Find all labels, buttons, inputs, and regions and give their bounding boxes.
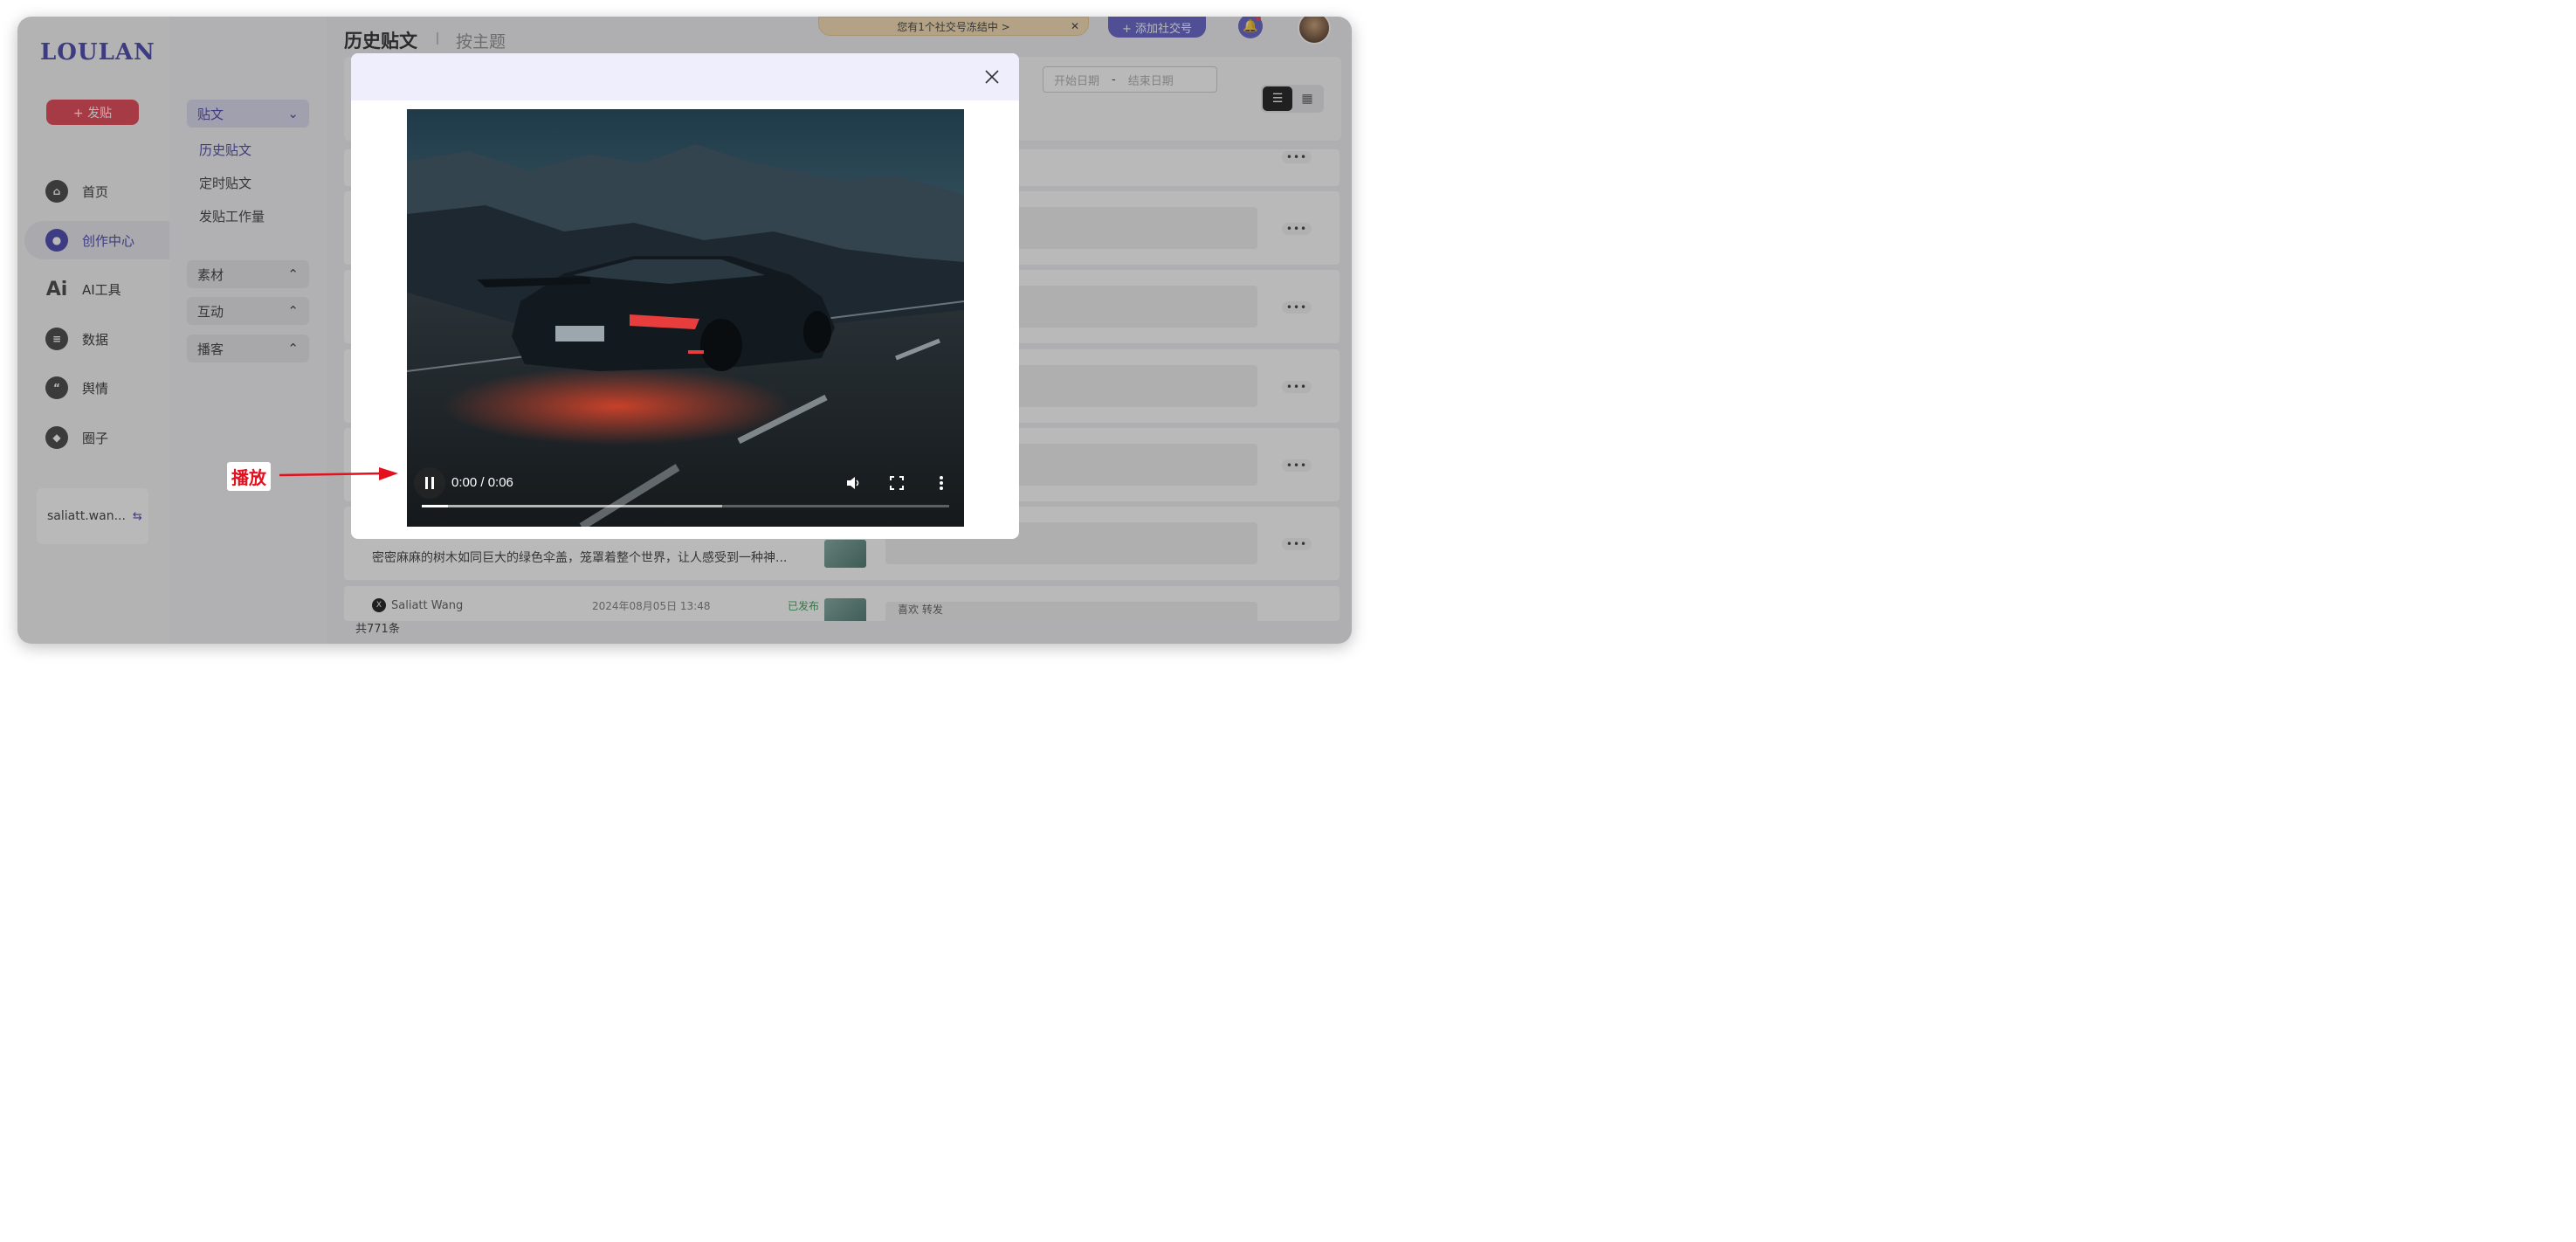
video-progress-bar[interactable]: [422, 505, 949, 507]
annotation-label: 播放: [227, 462, 271, 491]
close-icon[interactable]: [984, 69, 1000, 85]
pause-button[interactable]: [414, 467, 445, 499]
modal-header: [351, 53, 1019, 100]
video-preview-modal: 0:00 / 0:06: [351, 53, 1019, 539]
fullscreen-icon[interactable]: [887, 474, 906, 492]
pause-icon: [425, 477, 434, 489]
progress-played: [422, 505, 449, 507]
progress-buffered: [422, 505, 723, 507]
app-window: LOULAN + 发贴 ⌂ 首页 ● 创作中心 Ai AI工具 ≡ 数据 “ 舆…: [17, 17, 1352, 644]
video-frame: [407, 109, 964, 527]
video-player[interactable]: 0:00 / 0:06: [407, 109, 964, 527]
more-vertical-icon[interactable]: [932, 474, 951, 492]
video-time: 0:00 / 0:06: [451, 475, 513, 490]
annotation-arrow-icon: [279, 467, 398, 480]
volume-icon[interactable]: [844, 474, 863, 492]
